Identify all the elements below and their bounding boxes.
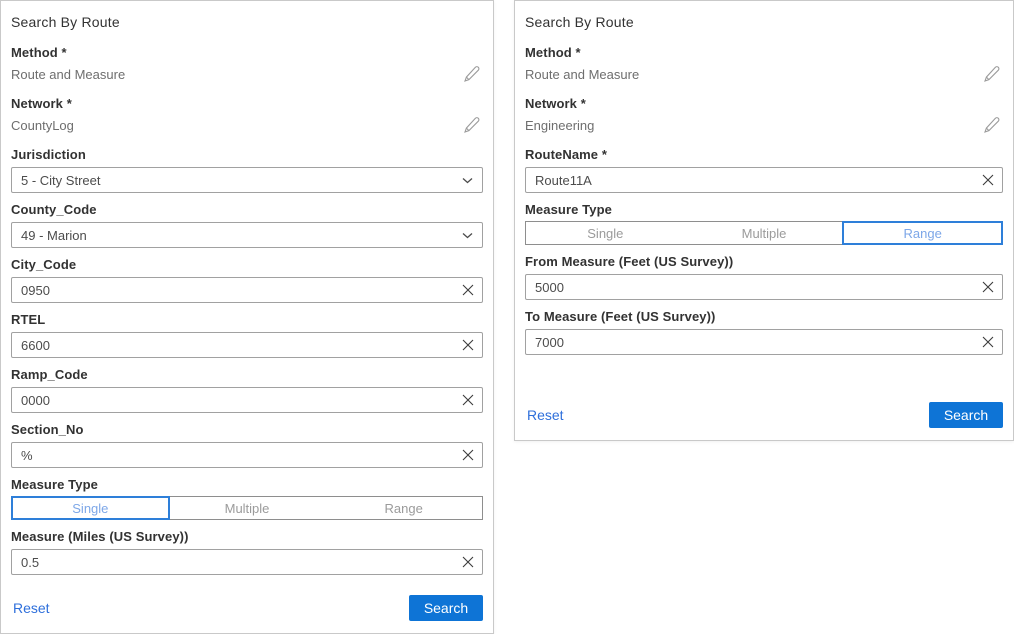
route-name-field: RouteName * bbox=[525, 147, 1003, 193]
network-value: CountyLog bbox=[11, 118, 74, 133]
measure-type-label: Measure Type bbox=[525, 202, 1003, 217]
x-icon[interactable] bbox=[461, 448, 475, 462]
jurisdiction-selected-value: 5 - City Street bbox=[21, 173, 100, 188]
panel-title: Search By Route bbox=[525, 14, 1003, 30]
panel-footer: Reset Search bbox=[525, 394, 1003, 428]
route-name-label: RouteName * bbox=[525, 147, 1003, 162]
to-measure-input[interactable] bbox=[525, 329, 1003, 355]
ramp-code-field: Ramp_Code bbox=[11, 367, 483, 413]
network-field: Network * CountyLog bbox=[11, 96, 483, 138]
county-code-select[interactable]: 49 - Marion bbox=[11, 222, 483, 248]
measure-type-option-single[interactable]: Single bbox=[526, 222, 685, 244]
network-label: Network * bbox=[11, 96, 483, 111]
search-by-route-panel-right: Search By Route Method * Route and Measu… bbox=[514, 0, 1014, 441]
rtel-label: RTEL bbox=[11, 312, 483, 327]
measure-type-option-range[interactable]: Range bbox=[325, 497, 482, 519]
from-measure-field: From Measure (Feet (US Survey)) bbox=[525, 254, 1003, 300]
measure-type-option-multiple[interactable]: Multiple bbox=[169, 497, 326, 519]
city-code-field: City_Code bbox=[11, 257, 483, 303]
method-value: Route and Measure bbox=[525, 67, 639, 82]
to-measure-field: To Measure (Feet (US Survey)) bbox=[525, 309, 1003, 355]
x-icon[interactable] bbox=[981, 280, 995, 294]
search-button[interactable]: Search bbox=[929, 402, 1003, 428]
x-icon[interactable] bbox=[461, 555, 475, 569]
search-by-route-panel-left: Search By Route Method * Route and Measu… bbox=[0, 0, 494, 634]
network-label: Network * bbox=[525, 96, 1003, 111]
measure-type-option-range[interactable]: Range bbox=[843, 222, 1002, 244]
measure-type-option-single[interactable]: Single bbox=[12, 497, 169, 519]
pencil-icon bbox=[463, 116, 481, 134]
measure-label: Measure (Miles (US Survey)) bbox=[11, 529, 483, 544]
measure-type-segmented-control: Single Multiple Range bbox=[525, 221, 1003, 245]
measure-input[interactable] bbox=[11, 549, 483, 575]
measure-type-field: Measure Type Single Multiple Range bbox=[11, 477, 483, 520]
network-value: Engineering bbox=[525, 118, 594, 133]
panel-title: Search By Route bbox=[11, 14, 483, 30]
ramp-code-input[interactable] bbox=[11, 387, 483, 413]
x-icon[interactable] bbox=[461, 283, 475, 297]
measure-type-segmented-control: Single Multiple Range bbox=[11, 496, 483, 520]
method-value: Route and Measure bbox=[11, 67, 125, 82]
x-icon[interactable] bbox=[461, 393, 475, 407]
pencil-icon bbox=[983, 65, 1001, 83]
jurisdiction-field: Jurisdiction 5 - City Street bbox=[11, 147, 483, 193]
measure-field: Measure (Miles (US Survey)) bbox=[11, 529, 483, 575]
chevron-down-icon bbox=[462, 177, 473, 184]
measure-type-label: Measure Type bbox=[11, 477, 483, 492]
measure-type-field: Measure Type Single Multiple Range bbox=[525, 202, 1003, 245]
rtel-field: RTEL bbox=[11, 312, 483, 358]
network-edit-button[interactable] bbox=[463, 116, 481, 134]
from-measure-label: From Measure (Feet (US Survey)) bbox=[525, 254, 1003, 269]
x-icon[interactable] bbox=[981, 335, 995, 349]
section-no-input[interactable] bbox=[11, 442, 483, 468]
to-measure-label: To Measure (Feet (US Survey)) bbox=[525, 309, 1003, 324]
panel-footer: Reset Search bbox=[11, 587, 483, 621]
search-button[interactable]: Search bbox=[409, 595, 483, 621]
x-icon[interactable] bbox=[981, 173, 995, 187]
network-field: Network * Engineering bbox=[525, 96, 1003, 138]
county-code-label: County_Code bbox=[11, 202, 483, 217]
pencil-icon bbox=[983, 116, 1001, 134]
ramp-code-label: Ramp_Code bbox=[11, 367, 483, 382]
method-label: Method * bbox=[11, 45, 483, 60]
method-edit-button[interactable] bbox=[463, 65, 481, 83]
reset-link[interactable]: Reset bbox=[13, 600, 50, 616]
method-edit-button[interactable] bbox=[983, 65, 1001, 83]
city-code-input[interactable] bbox=[11, 277, 483, 303]
from-measure-input[interactable] bbox=[525, 274, 1003, 300]
section-no-label: Section_No bbox=[11, 422, 483, 437]
jurisdiction-select[interactable]: 5 - City Street bbox=[11, 167, 483, 193]
jurisdiction-label: Jurisdiction bbox=[11, 147, 483, 162]
pencil-icon bbox=[463, 65, 481, 83]
method-field: Method * Route and Measure bbox=[525, 45, 1003, 87]
county-code-field: County_Code 49 - Marion bbox=[11, 202, 483, 248]
network-edit-button[interactable] bbox=[983, 116, 1001, 134]
section-no-field: Section_No bbox=[11, 422, 483, 468]
method-label: Method * bbox=[525, 45, 1003, 60]
city-code-label: City_Code bbox=[11, 257, 483, 272]
measure-type-option-multiple[interactable]: Multiple bbox=[685, 222, 844, 244]
county-code-selected-value: 49 - Marion bbox=[21, 228, 87, 243]
chevron-down-icon bbox=[462, 232, 473, 239]
x-icon[interactable] bbox=[461, 338, 475, 352]
route-name-input[interactable] bbox=[525, 167, 1003, 193]
method-field: Method * Route and Measure bbox=[11, 45, 483, 87]
reset-link[interactable]: Reset bbox=[527, 407, 564, 423]
rtel-input[interactable] bbox=[11, 332, 483, 358]
